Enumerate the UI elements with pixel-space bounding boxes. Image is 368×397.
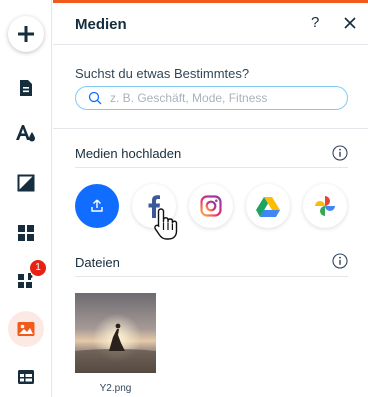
instagram-button[interactable]	[189, 184, 233, 228]
media-button[interactable]	[8, 311, 44, 347]
page-icon	[20, 80, 32, 96]
panel-title: Medien	[75, 16, 127, 33]
search-label: Suchst du etwas Bestimmtes?	[75, 66, 250, 81]
hand-cursor-icon	[154, 208, 178, 240]
info-icon[interactable]	[332, 253, 348, 269]
pages-button[interactable]	[8, 70, 44, 106]
left-rail: 1	[0, 0, 52, 397]
search-box[interactable]	[75, 86, 348, 110]
tables-button[interactable]	[8, 359, 44, 395]
file-name: Y2.png	[99, 383, 132, 394]
theme-icon	[16, 125, 35, 142]
background-icon	[17, 174, 35, 192]
file-thumbnail[interactable]	[75, 293, 156, 373]
table-icon	[18, 370, 34, 384]
media-panel: Medien ? Suchst du etwas Bestimmtes? Med…	[53, 0, 368, 397]
google-drive-icon	[256, 196, 280, 217]
media-icon	[17, 322, 35, 336]
google-photos-button[interactable]	[303, 184, 347, 228]
upload-icon	[91, 199, 103, 212]
upload-section-title: Medien hochladen	[75, 146, 182, 161]
panel-header: Medien ?	[53, 3, 368, 45]
theme-button[interactable]	[8, 115, 44, 151]
section-line	[75, 167, 348, 168]
google-drive-button[interactable]	[246, 184, 290, 228]
search-icon	[88, 91, 102, 105]
background-button[interactable]	[8, 165, 44, 201]
help-button[interactable]: ?	[311, 14, 319, 31]
apps-button[interactable]	[8, 215, 44, 251]
search-input[interactable]	[110, 90, 340, 106]
yoga-photo-image	[75, 293, 156, 373]
section-line	[75, 276, 348, 277]
instagram-icon	[200, 195, 222, 217]
add-button[interactable]	[8, 16, 44, 52]
info-icon[interactable]	[332, 145, 348, 161]
upload-button[interactable]	[75, 184, 119, 228]
apps-icon	[18, 225, 34, 241]
app-market-button[interactable]: 1	[8, 260, 46, 299]
add-icon	[18, 26, 34, 42]
close-icon[interactable]	[341, 14, 359, 32]
section-divider	[53, 128, 368, 129]
files-section-title: Dateien	[75, 255, 120, 270]
google-photos-icon	[315, 196, 335, 216]
notification-badge: 1	[30, 260, 46, 276]
